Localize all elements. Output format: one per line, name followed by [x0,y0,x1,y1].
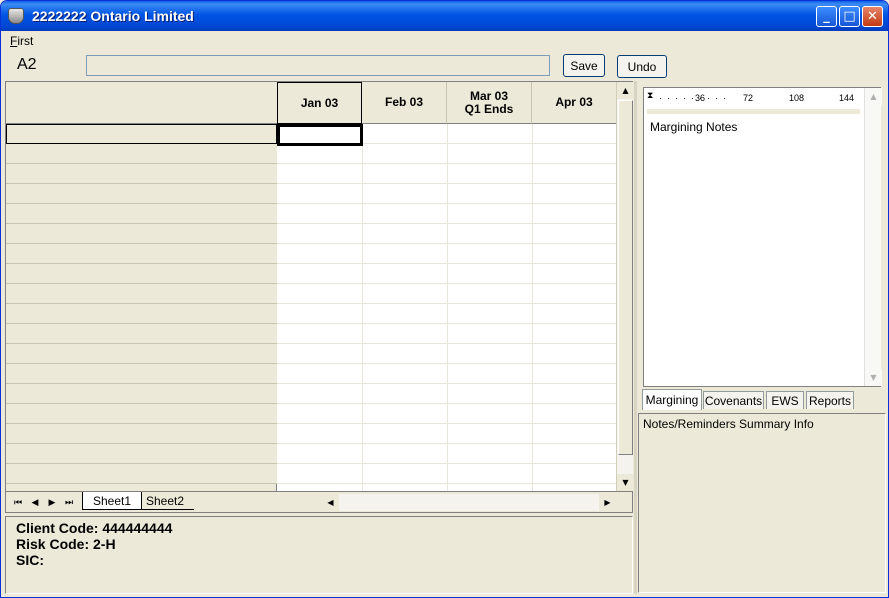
last-sheet-button[interactable]: ⏭ [61,495,77,510]
prev-sheet-button[interactable]: ◀ [27,495,43,510]
close-icon: ✕ [867,9,878,24]
minimize-icon: _ [823,9,830,24]
sheet-tab-sheet1[interactable]: Sheet1 [82,492,143,510]
last-icon: ⏭ [64,497,74,508]
minimize-button[interactable]: _ [816,6,837,27]
column-header-mar-03[interactable]: Mar 03 Q1 Ends [447,82,532,124]
maximize-button[interactable]: □ [839,6,860,27]
panel-splitter[interactable] [634,81,637,594]
column-header-apr-03[interactable]: Apr 03 [532,82,617,124]
arrow-left-icon: ◀ [327,498,334,507]
notes-scrollbar[interactable]: ▲ ▼ [864,88,882,386]
client-info-panel: Client Code: 444444444 Risk Code: 2-H SI… [5,516,633,594]
sheet-tab-strip: ⏮ ◀ ▶ ⏭ Sheet1 Sheet2 ◀ ▶ [6,491,632,512]
cell-grid[interactable] [277,124,617,491]
menu-first[interactable]: First [1,34,42,48]
arrow-right-icon: ▶ [604,498,611,507]
scroll-down-button[interactable]: ▼ [617,474,634,491]
first-icon: ⏮ [13,497,23,508]
ruler-baseline [647,109,860,114]
notes-tabs: Margining Covenants EWS Reports [640,389,884,410]
tab-margining[interactable]: Margining [642,389,702,410]
save-button[interactable]: Save [563,54,605,77]
ruler-mark: 108 [789,93,805,103]
column-header-jan-03[interactable]: Jan 03 [277,82,362,124]
row-header[interactable] [6,144,277,164]
summary-title: Notes/Reminders Summary Info [643,417,814,431]
column-divider [447,124,448,491]
row-header[interactable] [6,164,277,184]
row-header[interactable] [6,324,277,344]
notes-scroll-up[interactable]: ▲ [865,88,882,105]
close-button[interactable]: ✕ [862,6,883,27]
next-sheet-button[interactable]: ▶ [44,495,60,510]
vertical-scrollbar[interactable]: ▲ ▼ [616,82,634,491]
chevron-up-icon: ▲ [870,92,877,101]
row-header[interactable] [6,224,277,244]
first-sheet-button[interactable]: ⏮ [10,495,26,510]
column-divider [362,124,363,491]
maximize-icon: □ [843,9,856,24]
indent-marker-icon[interactable]: ⧗ [647,90,653,101]
margining-notes-editor[interactable]: ⧗ ········· 36 72 108 144 Margining Note… [643,87,882,387]
window-title: 2222222 Ontario Limited [32,8,194,24]
app-shield-icon[interactable] [8,8,24,24]
risk-code: Risk Code: 2-H [16,536,116,552]
window-controls: _ □ ✕ [816,6,883,27]
ruler-mark: 36 [695,93,706,103]
row-header[interactable] [6,124,277,144]
formula-input[interactable] [86,55,550,76]
notes-scroll-down[interactable]: ▼ [865,369,882,386]
sic-code: SIC: [16,552,44,568]
ruler: ⧗ ········· 36 72 108 144 [647,90,860,106]
next-icon: ▶ [48,497,56,508]
row-header[interactable] [6,384,277,404]
row-header[interactable] [6,444,277,464]
app-window: 2222222 Ontario Limited _ □ ✕ First A2 S… [0,0,889,598]
scroll-up-button[interactable]: ▲ [617,82,634,99]
sheet-tab-sheet2[interactable]: Sheet2 [136,492,195,510]
row-header[interactable] [6,344,277,364]
cell-reference: A2 [17,56,37,73]
column-divider [532,124,533,491]
notes-panel: ⧗ ········· 36 72 108 144 Margining Note… [638,81,886,593]
scroll-left-button[interactable]: ◀ [322,494,339,511]
row-header[interactable] [6,464,277,484]
tab-covenants[interactable]: Covenants [703,391,764,409]
chevron-down-icon: ▼ [870,373,877,382]
notes-title: Margining Notes [650,120,738,134]
arrow-up-icon: ▲ [622,86,629,95]
ruler-mark: 144 [839,93,855,103]
row-header[interactable] [6,264,277,284]
header-corner[interactable] [6,82,277,124]
spreadsheet: Jan 03 Feb 03 Mar 03 Q1 Ends Apr 03 ▲ ▼ … [5,81,634,513]
row-header[interactable] [6,404,277,424]
row-header[interactable] [6,304,277,324]
vertical-scroll-thumb[interactable] [618,100,633,455]
title-bar[interactable]: 2222222 Ontario Limited _ □ ✕ [1,1,888,31]
row-header[interactable] [6,244,277,264]
tab-ews[interactable]: EWS [766,391,804,409]
prev-icon: ◀ [31,497,39,508]
horizontal-scrollbar[interactable]: ◀ ▶ [322,494,616,511]
tab-reports[interactable]: Reports [806,391,854,409]
ruler-mark: 72 [743,93,754,103]
menu-bar: First [1,31,888,50]
row-header[interactable] [6,364,277,384]
row-header[interactable] [6,204,277,224]
active-cell[interactable] [277,124,363,146]
arrow-down-icon: ▼ [622,478,629,487]
row-header[interactable] [6,184,277,204]
scroll-right-button[interactable]: ▶ [599,494,616,511]
formula-bar: A2 Save Undo [1,52,888,79]
row-header[interactable] [6,424,277,444]
row-header-column [6,82,277,491]
client-code: Client Code: 444444444 [16,520,173,536]
row-header[interactable] [6,284,277,304]
column-header-feb-03[interactable]: Feb 03 [362,82,447,124]
undo-button[interactable]: Undo [617,55,667,78]
notes-summary-panel[interactable]: Notes/Reminders Summary Info [638,413,886,593]
